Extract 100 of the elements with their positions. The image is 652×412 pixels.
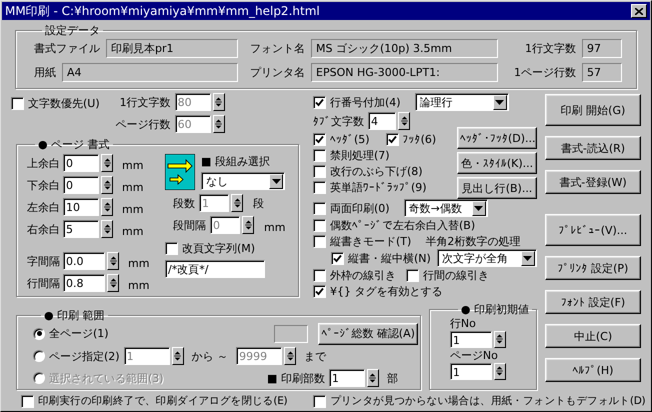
radio-button[interactable] (33, 350, 45, 362)
print-button[interactable]: 印刷 開始(G) (545, 94, 641, 126)
unit-label: mm (122, 225, 144, 238)
number-field[interactable]: 0 (63, 176, 99, 194)
checkbox-label[interactable]: ¥{} タグを有効とする (330, 284, 442, 298)
checkbox[interactable] (313, 268, 326, 282)
checkbox[interactable] (331, 252, 344, 264)
field-label: 段間隔 (173, 218, 206, 232)
field-label: フォント名 (250, 41, 305, 56)
dropdown[interactable]: 奇数→偶数 (404, 199, 488, 217)
checkbox[interactable] (313, 132, 326, 146)
number-field[interactable]: 1 (450, 330, 492, 348)
caret-icon[interactable] (520, 250, 535, 266)
field-label: 1行文字数 (525, 41, 576, 56)
read-only-field: 57 (582, 63, 622, 82)
unit-label: mm (122, 159, 144, 172)
number-field[interactable]: 5 (63, 220, 99, 238)
preview-button[interactable]: ﾌﾟﾚﾋﾞｭｰ(V)... (545, 214, 641, 246)
range-label: まで (304, 348, 326, 364)
cancel-button[interactable]: 中止(C) (545, 324, 641, 348)
caret-icon[interactable] (492, 94, 507, 110)
checkbox-label[interactable]: 両面印刷(0) (330, 200, 390, 216)
checkbox-label[interactable]: 文字数優先(U) (28, 96, 100, 110)
help-button[interactable]: ﾍﾙﾌﾟ(H) (545, 358, 641, 382)
close-button[interactable] (631, 4, 647, 18)
section-label: ■ 段組み選択 (201, 154, 271, 169)
checkbox-label[interactable]: 印刷実行の印刷終了で、印刷ダイアログを閉じる(E) (38, 394, 288, 408)
header-footer-button[interactable]: ﾍｯﾀﾞ･ﾌｯﾀ(D)... (457, 127, 537, 149)
checkbox-label[interactable]: 改頁文字列(M) (182, 240, 256, 256)
section-label: 半角2桁数字の処理 (425, 234, 520, 248)
checkbox[interactable] (386, 132, 399, 146)
radio-label[interactable]: ページ指定(2) (49, 348, 120, 364)
dropdown[interactable]: なし (201, 172, 285, 190)
field-label: 段数 (173, 196, 195, 210)
close-icon[interactable] (635, 8, 643, 14)
range-label: から ～ (192, 348, 228, 364)
checkbox-label[interactable]: ﾌｯﾀ(6) (402, 132, 436, 146)
field-label: ■ 印刷部数 (267, 370, 325, 386)
caret-icon[interactable] (269, 174, 283, 188)
field-label: 用紙 (34, 65, 56, 80)
read-only-field: A4 (62, 63, 238, 82)
checkbox[interactable] (313, 284, 326, 298)
checkbox[interactable] (313, 164, 326, 178)
dropdown[interactable]: 次文字が全角 (436, 249, 537, 267)
checkbox[interactable] (313, 96, 326, 108)
number-field[interactable]: 4 (368, 112, 396, 130)
checkbox-label[interactable]: 行番号付加(4) (330, 94, 401, 110)
checkbox[interactable] (313, 180, 326, 194)
checkbox[interactable] (165, 242, 178, 254)
page-count-button[interactable]: ﾍﾟｰｼﾞ総数 確認(A) (318, 322, 418, 344)
number-field[interactable]: 0.0 (63, 252, 105, 270)
dropdown[interactable]: 論理行 (414, 93, 509, 111)
checkbox-label[interactable]: 偶数ﾍﾟｰｼﾞで左右余白入替(B) (330, 218, 476, 232)
printer-settings-button[interactable]: ﾌﾟﾘﾝﾀ 設定(P) (545, 256, 641, 280)
field-label: 1行文字数 (120, 94, 171, 110)
unit-label: mm (128, 257, 150, 270)
number-field[interactable]: 0 (63, 154, 99, 172)
checkbox[interactable] (406, 268, 419, 282)
field-label: 左余白 (27, 200, 60, 214)
unit-label: mm (122, 181, 144, 194)
unit-label: mm (264, 221, 286, 234)
number-field[interactable]: 10 (63, 198, 99, 216)
color-style-button[interactable]: 色・ｽﾀｲﾙ(K)... (457, 152, 537, 174)
checkbox[interactable] (313, 234, 326, 248)
radio-label[interactable]: 全ページ(1) (49, 326, 109, 341)
radio-button[interactable] (33, 328, 45, 340)
caret-icon[interactable] (472, 200, 486, 216)
checkbox-label[interactable]: 行間の線引き (423, 268, 489, 282)
checkbox[interactable] (313, 218, 326, 232)
checkbox-label[interactable]: プリンタが見つからない場合は、用紙・フォントもデフォルト(D) (330, 394, 646, 408)
checkbox-label[interactable]: ﾍｯﾀﾞ(5) (330, 132, 370, 146)
checkbox-label[interactable]: 縦書・縦中横(N) (348, 250, 431, 266)
load-format-button[interactable]: 書式-読込(R) (545, 136, 641, 160)
field-label: 右余白 (27, 222, 60, 236)
unit-label: 段 (253, 196, 264, 210)
field-label: 行No (450, 316, 477, 330)
text-field[interactable]: /*改頁*/ (165, 260, 265, 278)
save-format-button[interactable]: 書式-登録(W) (545, 170, 641, 194)
checkbox-label[interactable]: 英単語ﾜｰﾄﾞﾗｯﾌﾟ(9) (330, 180, 427, 194)
group-title: ● ページ 書式 (37, 137, 111, 152)
font-settings-button[interactable]: ﾌｫﾝﾄ 設定(F) (545, 290, 641, 314)
number-field[interactable]: 0.8 (63, 274, 105, 292)
field-label: 書式ファイル (34, 41, 100, 56)
field-label: 上余白 (27, 156, 60, 170)
field-label: プリンタ名 (250, 65, 305, 80)
checkbox[interactable] (313, 148, 326, 162)
checkbox[interactable] (313, 394, 326, 408)
checkbox[interactable] (313, 202, 326, 214)
heading-button[interactable]: 見出し行(B)... (457, 177, 537, 199)
checkbox[interactable] (11, 96, 24, 110)
checkbox[interactable] (21, 394, 34, 408)
field-label: 字間隔 (27, 254, 60, 268)
checkbox-label[interactable]: 外枠の線引き (330, 268, 396, 282)
arrows-icon[interactable] (165, 154, 195, 190)
number-field[interactable]: 1 (328, 369, 365, 387)
read-only-field: EPSON HG-3000-LPT1: (311, 63, 498, 82)
checkbox-label[interactable]: 縦書きモード(T) (330, 234, 412, 248)
checkbox-label[interactable]: 禁則処理(7) (330, 148, 390, 162)
checkbox-label[interactable]: 改行のぶら下げ(8) (330, 164, 423, 178)
number-field[interactable]: 1 (450, 362, 492, 380)
